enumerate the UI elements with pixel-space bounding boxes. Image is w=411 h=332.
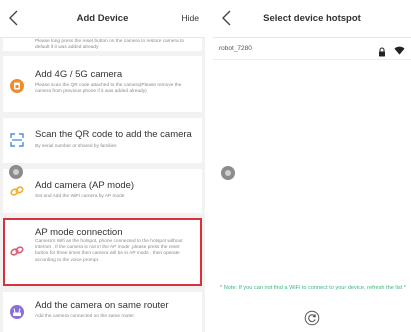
link-icon — [9, 183, 25, 199]
card-description: Set and Add the WiFi camera by AP mode — [35, 194, 125, 199]
card-title: Add the camera on same router — [35, 300, 169, 311]
card-title: Scan the QR code to add the camera — [35, 129, 192, 140]
card-description: Add the camera connected on the same rou… — [35, 314, 135, 319]
wifi-signal-icon — [394, 43, 405, 55]
card-description: Please scan the QR code attached to the … — [35, 83, 182, 95]
card-title: Add 4G / 5G camera — [35, 69, 123, 80]
sim-card-icon — [9, 78, 25, 94]
refresh-button[interactable] — [304, 310, 320, 326]
card-description: Camera's Wifi as the hotspot, phone conn… — [35, 239, 183, 263]
select-hotspot-screen: Select device hotspot robot_7280 * Note:… — [213, 0, 411, 332]
refresh-note: * Note: If you can not find a WiFi to co… — [220, 285, 406, 291]
scan-qr-code-option[interactable]: Scan the QR code to add the camera By se… — [3, 118, 202, 163]
add-device-header: Add Device Hide — [0, 0, 205, 38]
wifi-ssid: robot_7280 — [219, 45, 252, 52]
ap-mode-connection-option[interactable]: AP mode connection Camera's Wifi as the … — [3, 218, 202, 286]
card-title: Add camera (AP mode) — [35, 180, 135, 191]
card-description: By serial number or shared by families — [35, 144, 117, 149]
card-description: Please long press the reset button on th… — [35, 39, 185, 51]
add-4g-5g-camera-option[interactable]: Add 4G / 5G camera Please scan the QR co… — [3, 56, 202, 112]
link-icon — [9, 243, 25, 259]
router-icon — [9, 304, 25, 320]
page-title: Add Device — [76, 13, 129, 24]
select-hotspot-header: Select device hotspot — [213, 0, 411, 38]
wifi-list-item[interactable]: robot_7280 — [213, 38, 411, 60]
add-camera-same-router-option[interactable]: Add the camera on same router Add the ca… — [3, 292, 202, 332]
hide-button[interactable]: Hide — [182, 13, 199, 23]
floating-assistive-button[interactable] — [9, 165, 23, 179]
page-title: Select device hotspot — [263, 13, 361, 24]
qr-scan-icon — [9, 132, 25, 148]
card-title: AP mode connection — [35, 227, 123, 238]
floating-assistive-button[interactable] — [221, 166, 235, 180]
add-device-screen: Add Device Hide Please long press the re… — [0, 0, 205, 332]
reset-hint-card: Please long press the reset button on th… — [3, 38, 202, 51]
add-camera-ap-mode-option[interactable]: Add camera (AP mode) Set and Add the WiF… — [3, 169, 202, 213]
refresh-icon — [304, 310, 320, 326]
lock-icon — [378, 44, 386, 57]
